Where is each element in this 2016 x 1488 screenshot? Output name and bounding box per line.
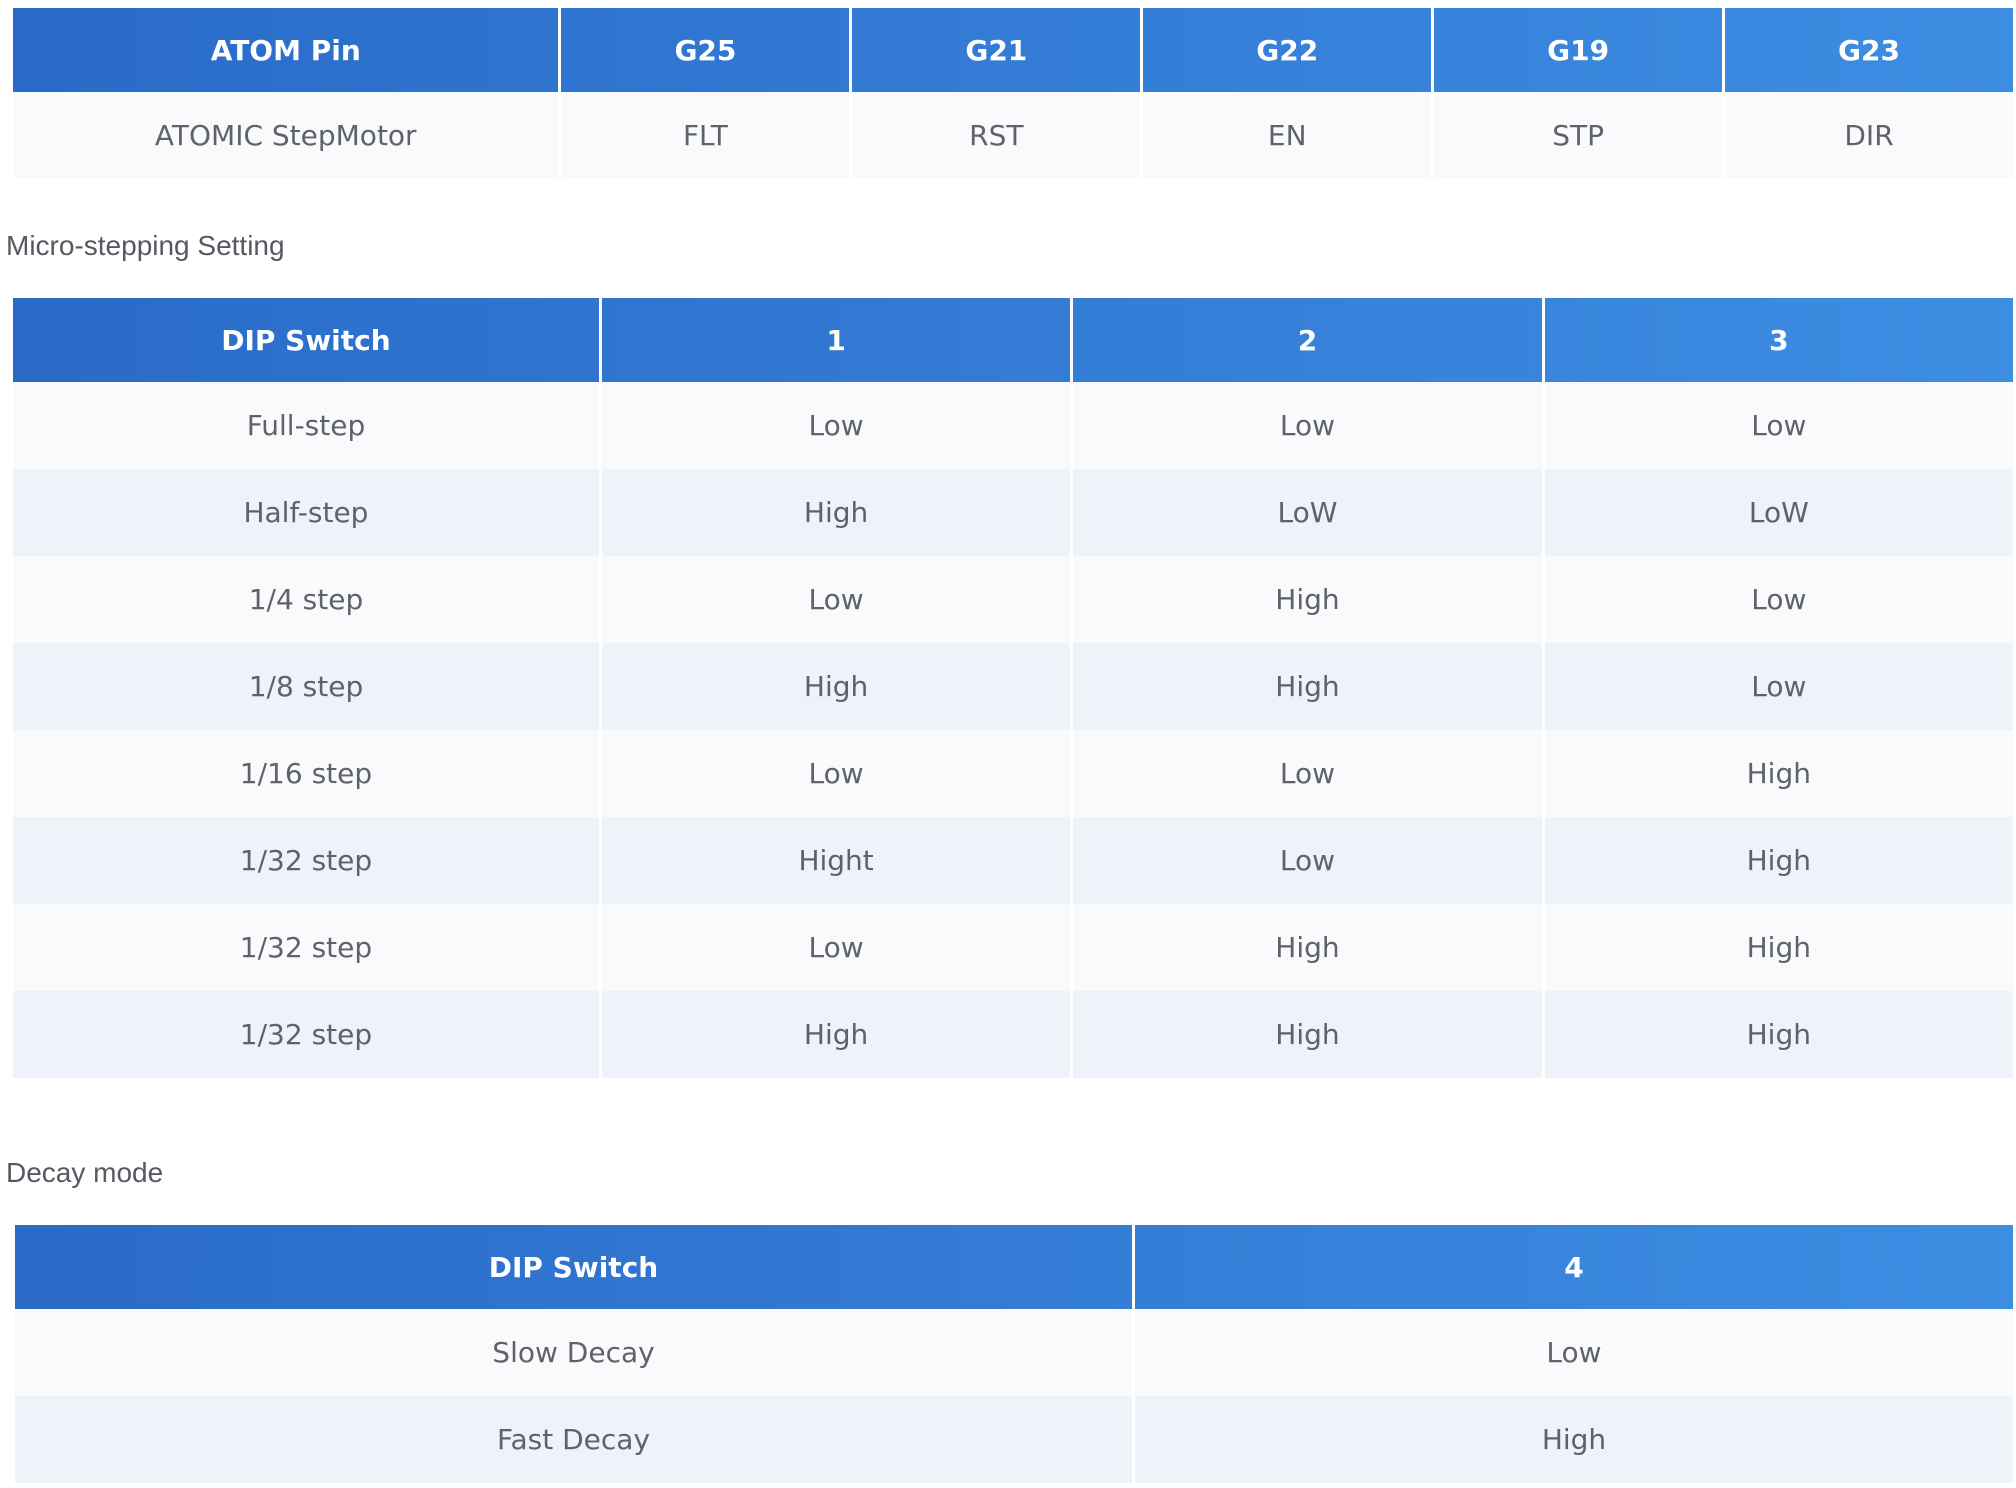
table-cell: High	[1544, 730, 2013, 817]
pin-mapping-table: ATOM Pin G25 G21 G22 G19 G23 ATOMIC Step…	[10, 8, 2016, 178]
table-cell: Low	[1544, 382, 2013, 469]
table-header-row: DIP Switch 1 2 3	[13, 298, 2013, 382]
table-cell: High	[1544, 817, 2013, 904]
column-header: 4	[1135, 1225, 2013, 1309]
table-cell: High	[1073, 643, 1542, 730]
table-cell: 1/4 step	[13, 556, 599, 643]
table-cell: Low	[1135, 1309, 2013, 1396]
table-cell: 1/8 step	[13, 643, 599, 730]
table-cell: High	[1544, 904, 2013, 991]
column-header: G21	[852, 8, 1141, 92]
table-cell: Low	[1073, 817, 1542, 904]
table-cell: Low	[1544, 556, 2013, 643]
table-cell: High	[601, 643, 1071, 730]
table-row: 1/32 step Hight Low High	[13, 817, 2013, 904]
decay-mode-heading: Decay mode	[6, 1157, 164, 1188]
column-header: G25	[561, 8, 850, 92]
table-cell: ATOMIC StepMotor	[13, 92, 559, 178]
table-row: 1/4 step Low High Low	[13, 556, 2013, 643]
table-cell: High	[601, 469, 1071, 556]
table-cell: Low	[601, 556, 1071, 643]
table-cell: High	[1073, 556, 1542, 643]
table-cell: RST	[852, 92, 1141, 178]
column-header: G23	[1725, 8, 2013, 92]
column-header: 3	[1544, 298, 2013, 382]
table-cell: EN	[1143, 92, 1432, 178]
table-cell: High	[1135, 1396, 2013, 1483]
table-cell: STP	[1434, 92, 1723, 178]
micro-stepping-table: DIP Switch 1 2 3 Full-step Low Low Low H…	[10, 298, 2016, 1078]
table-row: 1/16 step Low Low High	[13, 730, 2013, 817]
table-cell: High	[1544, 991, 2013, 1078]
table-row: 1/8 step High High Low	[13, 643, 2013, 730]
table-row: Slow Decay Low	[15, 1309, 2013, 1396]
column-header: DIP Switch	[13, 298, 599, 382]
table-cell: Half-step	[13, 469, 599, 556]
table-cell: 1/32 step	[13, 991, 599, 1078]
table-cell: LoW	[1073, 469, 1542, 556]
table-row: Fast Decay High	[15, 1396, 2013, 1483]
table-cell: FLT	[561, 92, 850, 178]
table-cell: LoW	[1544, 469, 2013, 556]
column-header: DIP Switch	[15, 1225, 1132, 1309]
table-cell: DIR	[1725, 92, 2013, 178]
column-header: ATOM Pin	[13, 8, 559, 92]
table-header-row: ATOM Pin G25 G21 G22 G19 G23	[13, 8, 2013, 92]
column-header: G19	[1434, 8, 1723, 92]
table-cell: Fast Decay	[15, 1396, 1132, 1483]
column-header: 2	[1073, 298, 1542, 382]
table-row: 1/32 step Low High High	[13, 904, 2013, 991]
decay-mode-table: DIP Switch 4 Slow Decay Low Fast Decay H…	[12, 1225, 2016, 1483]
table-row: ATOMIC StepMotor FLT RST EN STP DIR	[13, 92, 2013, 178]
table-cell: 1/32 step	[13, 904, 599, 991]
table-row: 1/32 step High High High	[13, 991, 2013, 1078]
table-cell: Slow Decay	[15, 1309, 1132, 1396]
table-cell: High	[1073, 991, 1542, 1078]
table-cell: Low	[1073, 382, 1542, 469]
table-row: Full-step Low Low Low	[13, 382, 2013, 469]
table-cell: Low	[1073, 730, 1542, 817]
table-cell: High	[1073, 904, 1542, 991]
table-cell: Hight	[601, 817, 1071, 904]
column-header: 1	[601, 298, 1071, 382]
table-cell: Low	[601, 382, 1071, 469]
table-cell: 1/16 step	[13, 730, 599, 817]
table-cell: Low	[601, 904, 1071, 991]
table-cell: Full-step	[13, 382, 599, 469]
micro-stepping-heading: Micro-stepping Setting	[6, 230, 285, 261]
table-header-row: DIP Switch 4	[15, 1225, 2013, 1309]
table-row: Half-step High LoW LoW	[13, 469, 2013, 556]
table-cell: 1/32 step	[13, 817, 599, 904]
table-cell: Low	[1544, 643, 2013, 730]
column-header: G22	[1143, 8, 1432, 92]
table-cell: High	[601, 991, 1071, 1078]
table-cell: Low	[601, 730, 1071, 817]
